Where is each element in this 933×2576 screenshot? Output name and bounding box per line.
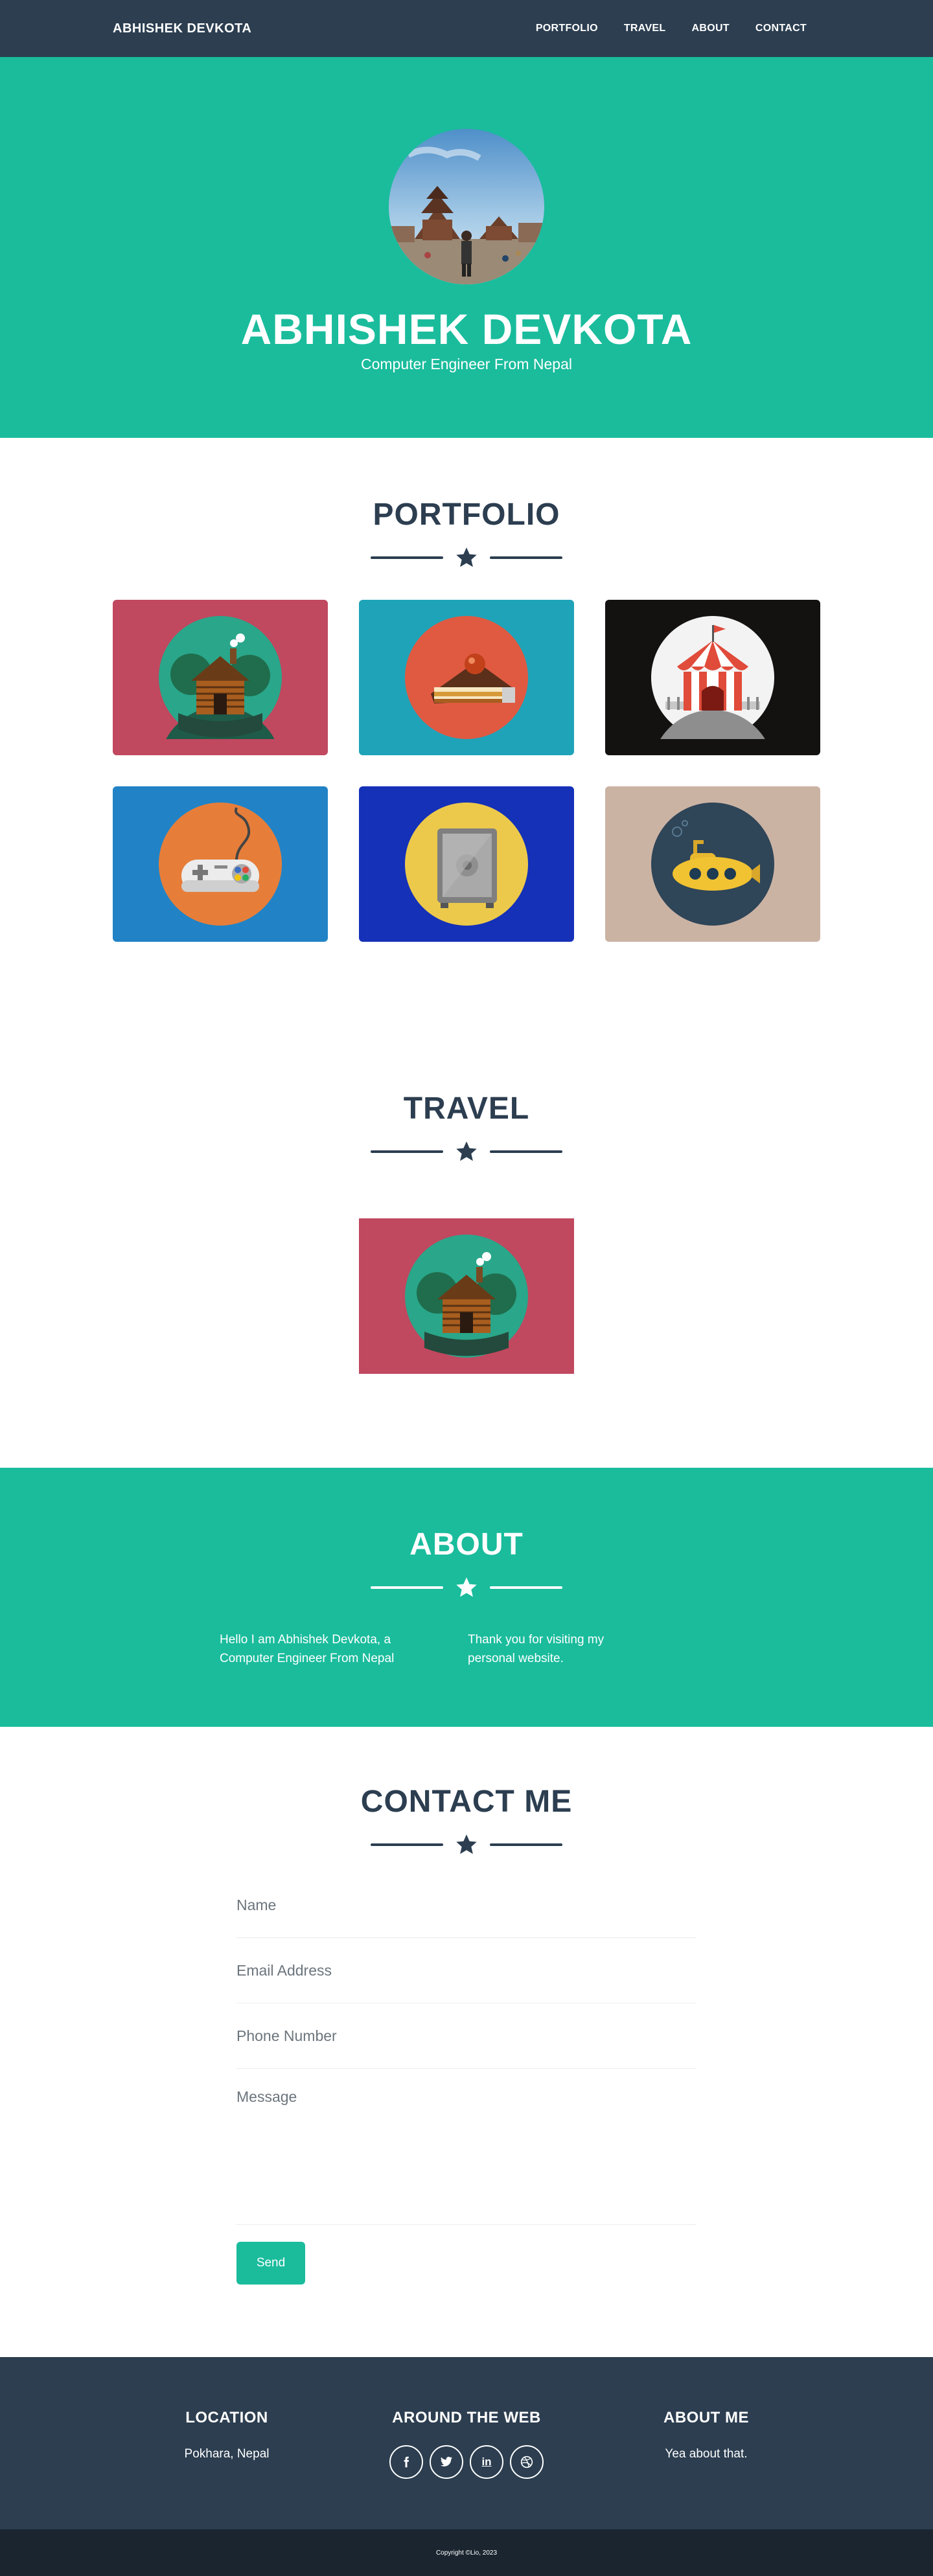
dribbble-icon[interactable]: [510, 2445, 544, 2479]
phone-field-wrapper: [236, 2003, 697, 2069]
portfolio-grid: [113, 600, 820, 942]
name-input[interactable]: [236, 1897, 697, 1914]
cabin-icon: [405, 1235, 528, 1358]
send-button[interactable]: Send: [236, 2242, 305, 2285]
nav-link-contact[interactable]: CONTACT: [743, 23, 807, 34]
star-icon: [456, 1834, 477, 1854]
divider-line: [490, 556, 562, 559]
about-divider: [0, 1576, 933, 1599]
divider-line: [371, 556, 443, 559]
copyright-text: Copyright ©Lio, 2023: [435, 2549, 498, 2557]
about-columns: Hello I am Abhishek Devkota, a Computer …: [220, 1630, 713, 1669]
circus-tent-icon: [651, 616, 774, 739]
contact-title: CONTACT ME: [360, 1784, 573, 1819]
hero-name: ABHISHEK DEVKOTA: [240, 305, 693, 353]
hero-subtitle: Computer Engineer From Nepal: [361, 356, 572, 372]
location-title: LOCATION: [185, 2409, 268, 2426]
linkedin-icon[interactable]: in: [470, 2445, 503, 2479]
portfolio-item-cabin[interactable]: [113, 600, 328, 755]
travel-section: TRAVEL: [0, 996, 933, 1468]
nav-link-portfolio[interactable]: PORTFOLIO: [523, 23, 611, 34]
masthead: ABHISHEK DEVKOTA Computer Engineer From …: [0, 57, 933, 438]
email-field-wrapper: [236, 1938, 697, 2003]
about-title: ABOUT: [409, 1527, 524, 1562]
game-controller-icon: [159, 803, 282, 926]
travel-divider: [0, 1140, 933, 1163]
travel-item-cabin[interactable]: [359, 1218, 574, 1374]
footer: LOCATION Pokhara, Nepal AROUND THE WEB i…: [0, 2357, 933, 2529]
linkedin-text: in: [481, 2456, 492, 2468]
phone-input[interactable]: [236, 2027, 697, 2045]
portfolio-divider: [0, 546, 933, 569]
travel-title: TRAVEL: [403, 1091, 530, 1126]
about-me-title: ABOUT ME: [663, 2409, 749, 2426]
footer-about-me: ABOUT ME Yea about that.: [586, 2409, 826, 2529]
divider-line: [490, 1150, 562, 1153]
about-section: ABOUT Hello I am Abhishek Devkota, a Com…: [0, 1468, 933, 1727]
about-text-left: Hello I am Abhishek Devkota, a Computer …: [220, 1633, 395, 1666]
name-field-wrapper: [236, 1891, 697, 1938]
copyright-bar: Copyright ©Lio, 2023: [0, 2529, 933, 2576]
portfolio-item-submarine[interactable]: [605, 786, 820, 942]
portfolio-title: PORTFOLIO: [373, 497, 560, 532]
cabin-icon: [159, 616, 282, 739]
profile-photo: [389, 129, 544, 284]
about-text-right: Thank you for visiting my personal websi…: [468, 1633, 605, 1666]
footer-around-web: AROUND THE WEB in: [347, 2409, 586, 2529]
footer-location: LOCATION Pokhara, Nepal: [107, 2409, 347, 2529]
portfolio-item-safe[interactable]: [359, 786, 574, 942]
location-text: Pokhara, Nepal: [184, 2447, 270, 2461]
twitter-icon[interactable]: [430, 2445, 463, 2479]
nav-links: PORTFOLIO TRAVEL ABOUT CONTACT: [523, 23, 807, 34]
portfolio-item-circus-tent[interactable]: [605, 600, 820, 755]
submarine-icon: [651, 803, 774, 926]
navbar: ABHISHEK DEVKOTA PORTFOLIO TRAVEL ABOUT …: [0, 0, 933, 57]
email-input[interactable]: [236, 1961, 697, 1979]
message-input[interactable]: [236, 2088, 697, 2211]
divider-line: [490, 1586, 562, 1589]
avatar: [389, 129, 544, 284]
portfolio-item-game-controller[interactable]: [113, 786, 328, 942]
divider-line: [490, 1843, 562, 1846]
safe-icon: [405, 803, 528, 926]
around-web-title: AROUND THE WEB: [392, 2409, 541, 2426]
portfolio-item-cake[interactable]: [359, 600, 574, 755]
portfolio-section: PORTFOLIO: [0, 438, 933, 996]
contact-form: Send: [236, 1891, 697, 2285]
nav-link-about[interactable]: ABOUT: [678, 23, 742, 34]
star-icon: [456, 1141, 477, 1161]
contact-divider: [0, 1833, 933, 1856]
divider-line: [371, 1586, 443, 1589]
divider-line: [371, 1150, 443, 1153]
divider-line: [371, 1843, 443, 1846]
cake-icon: [405, 616, 528, 739]
facebook-icon[interactable]: [389, 2445, 423, 2479]
about-me-text: Yea about that.: [665, 2447, 748, 2461]
nav-link-travel[interactable]: TRAVEL: [611, 23, 679, 34]
message-field-wrapper: [236, 2069, 697, 2225]
contact-section: CONTACT ME Send: [0, 1727, 933, 2357]
star-icon: [456, 547, 477, 567]
star-icon: [456, 1577, 477, 1597]
travel-grid: [0, 1218, 933, 1374]
social-links: in: [347, 2445, 586, 2479]
brand-link[interactable]: ABHISHEK DEVKOTA: [113, 21, 251, 36]
